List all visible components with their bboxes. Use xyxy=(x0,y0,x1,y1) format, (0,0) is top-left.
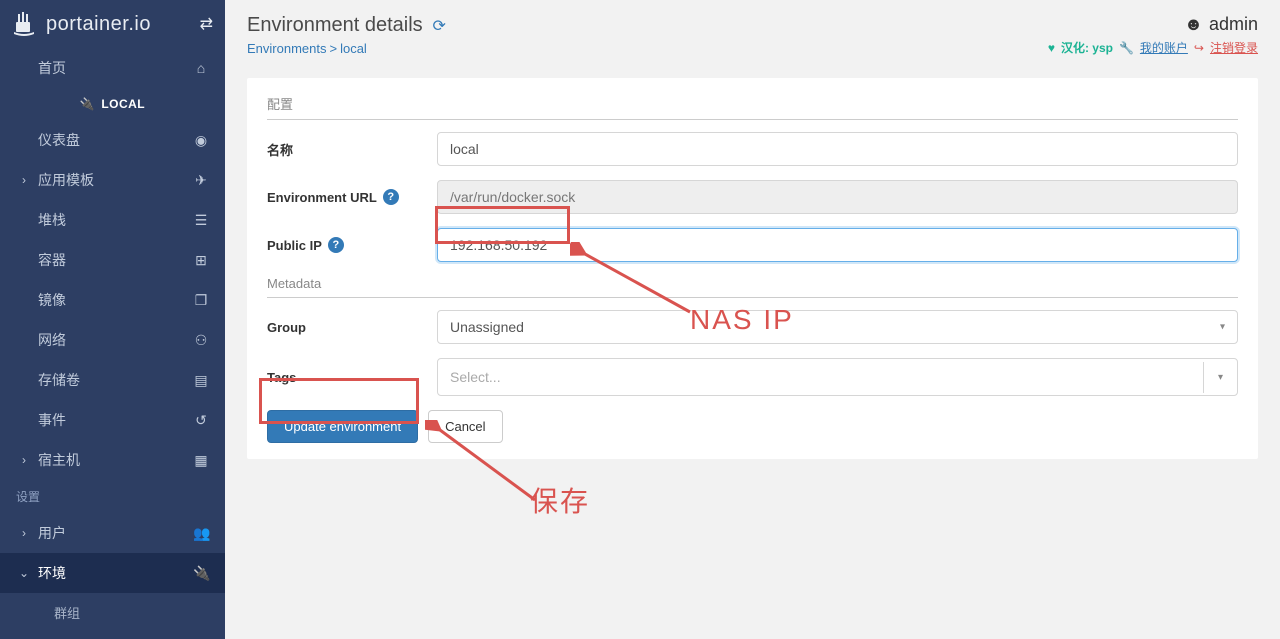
page-title: Environment details xyxy=(247,14,423,37)
help-icon[interactable]: ? xyxy=(328,237,344,253)
refresh-icon[interactable]: ⟳ xyxy=(433,18,446,35)
sidebar-item-host[interactable]: ›宿主机▦ xyxy=(0,440,225,480)
gauge-icon: ◉ xyxy=(193,132,209,149)
config-panel: 配置 名称 Environment URL ? Public IP ? xyxy=(247,78,1258,459)
annotation-arrow-ip xyxy=(570,242,700,322)
help-icon[interactable]: ? xyxy=(383,189,399,205)
sidebar-item-environments[interactable]: ⌄环境🔌 xyxy=(0,553,225,593)
sidebar-item-volumes[interactable]: 存储卷▤ xyxy=(0,360,225,400)
sidebar-item-stacks[interactable]: 堆栈☰ xyxy=(0,200,225,240)
sidebar-item-templates[interactable]: ›应用模板✈ xyxy=(0,160,225,200)
label-tags: Tags xyxy=(267,370,437,385)
settings-section-label: 设置 xyxy=(0,480,225,513)
label-public-ip: Public IP ? xyxy=(267,237,437,253)
sidebar-item-groups[interactable]: 群组 xyxy=(0,593,225,632)
chevron-down-icon: ⌄ xyxy=(16,566,32,580)
env-header: 🔌LOCAL xyxy=(0,88,225,120)
chevron-down-icon: ▾ xyxy=(1220,322,1225,333)
label-name: 名称 xyxy=(267,140,437,159)
sidebar-item-images[interactable]: 镜像❐ xyxy=(0,280,225,320)
section-metadata: Metadata xyxy=(267,276,1238,298)
history-icon: ↺ xyxy=(193,412,209,429)
update-environment-button[interactable]: Update environment xyxy=(267,410,418,443)
sidebar-item-tags[interactable]: 标签 xyxy=(0,632,225,639)
hdd-icon: ▤ xyxy=(193,372,209,389)
chevron-right-icon: › xyxy=(16,173,32,187)
name-input[interactable] xyxy=(437,132,1238,166)
breadcrumb: Environments>local xyxy=(247,41,446,56)
rocket-icon: ✈ xyxy=(193,172,209,189)
group-select[interactable]: Unassigned ▾ xyxy=(437,310,1238,344)
logo-icon xyxy=(8,8,40,40)
annotation-arrow-save xyxy=(425,420,545,510)
chevron-down-icon: ▾ xyxy=(1203,362,1237,393)
cubes-icon: ⊞ xyxy=(193,252,209,269)
brand-logo[interactable]: portainer.io xyxy=(8,8,200,40)
main: Environment details ⟳ Environments>local… xyxy=(225,0,1280,639)
link-sponsor[interactable]: 汉化: ysp xyxy=(1061,39,1113,56)
users-icon: 👥 xyxy=(193,525,209,542)
collapse-icon[interactable]: ⇄ xyxy=(200,14,213,34)
sidebar-item-dashboard[interactable]: 仪表盘◉ xyxy=(0,120,225,160)
sidebar: portainer.io ⇄ 首页⌂ 🔌LOCAL 仪表盘◉ ›应用模板✈ 堆栈… xyxy=(0,0,225,639)
link-account[interactable]: 我的账户 xyxy=(1140,39,1188,56)
page-header: Environment details ⟳ Environments>local… xyxy=(225,0,1280,60)
chevron-right-icon: › xyxy=(16,526,32,540)
link-logout[interactable]: 注销登录 xyxy=(1210,39,1258,56)
nav: 首页⌂ 🔌LOCAL 仪表盘◉ ›应用模板✈ 堆栈☰ 容器⊞ 镜像❐ 网络⚇ xyxy=(0,48,225,639)
section-config: 配置 xyxy=(267,94,1238,120)
sidebar-item-containers[interactable]: 容器⊞ xyxy=(0,240,225,280)
grid-icon: ▦ xyxy=(193,452,209,469)
signout-icon: ↪ xyxy=(1194,41,1204,55)
sidebar-item-events[interactable]: 事件↺ xyxy=(0,400,225,440)
plug-icon: 🔌 xyxy=(193,565,209,582)
tags-select[interactable]: Select... ▾ xyxy=(437,358,1238,396)
breadcrumb-local[interactable]: local xyxy=(340,41,367,56)
list-icon: ☰ xyxy=(193,212,209,229)
user-display[interactable]: ☻admin xyxy=(1048,14,1258,35)
home-icon: ⌂ xyxy=(193,60,209,76)
plug-icon: 🔌 xyxy=(80,97,95,111)
sitemap-icon: ⚇ xyxy=(193,332,209,349)
logo-row: portainer.io ⇄ xyxy=(0,0,225,48)
sidebar-item-users[interactable]: ›用户👥 xyxy=(0,513,225,553)
sidebar-item-home[interactable]: 首页⌂ xyxy=(0,48,225,88)
public-ip-input[interactable] xyxy=(437,228,1238,262)
copy-icon: ❐ xyxy=(193,292,209,309)
label-group: Group xyxy=(267,320,437,335)
user-icon: ☻ xyxy=(1184,14,1203,35)
heart-icon: ♥ xyxy=(1048,41,1055,55)
breadcrumb-environments[interactable]: Environments xyxy=(247,41,326,56)
wrench-icon: 🔧 xyxy=(1119,41,1134,55)
sidebar-item-networks[interactable]: 网络⚇ xyxy=(0,320,225,360)
env-url-input xyxy=(437,180,1238,214)
chevron-right-icon: › xyxy=(16,453,32,467)
label-env-url: Environment URL ? xyxy=(267,189,437,205)
